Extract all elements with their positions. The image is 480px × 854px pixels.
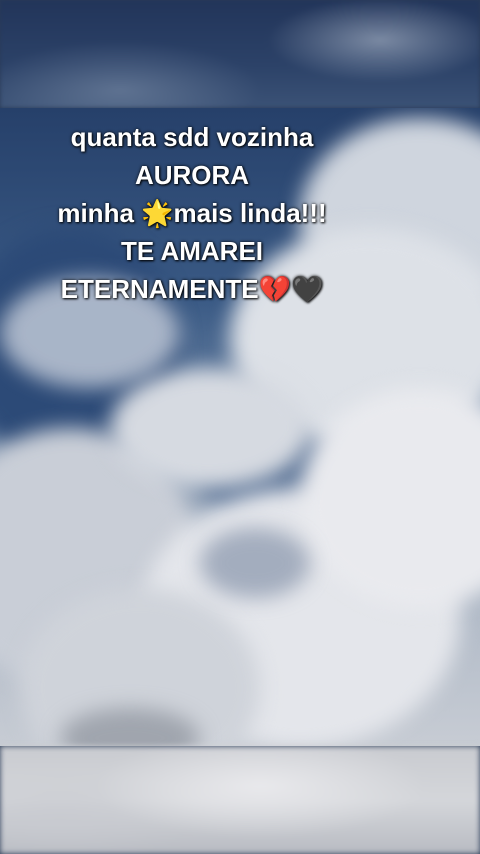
caption-line: ETERNAMENTE💔🖤 (60, 274, 324, 304)
cloud (110, 368, 310, 488)
blurred-top-band (0, 0, 480, 108)
blurred-bottom-band (0, 746, 480, 854)
caption-line: AURORA (134, 160, 250, 190)
caption-line: minha 🌟mais linda!!! (57, 198, 327, 228)
cloud-shadow (200, 528, 310, 598)
caption-text: quanta sdd vozinha AURORA minha 🌟mais li… (0, 118, 384, 308)
caption-line: TE AMAREI (120, 236, 264, 266)
story-frame: quanta sdd vozinha AURORA minha 🌟mais li… (0, 0, 480, 854)
caption-line: quanta sdd vozinha (70, 122, 314, 152)
